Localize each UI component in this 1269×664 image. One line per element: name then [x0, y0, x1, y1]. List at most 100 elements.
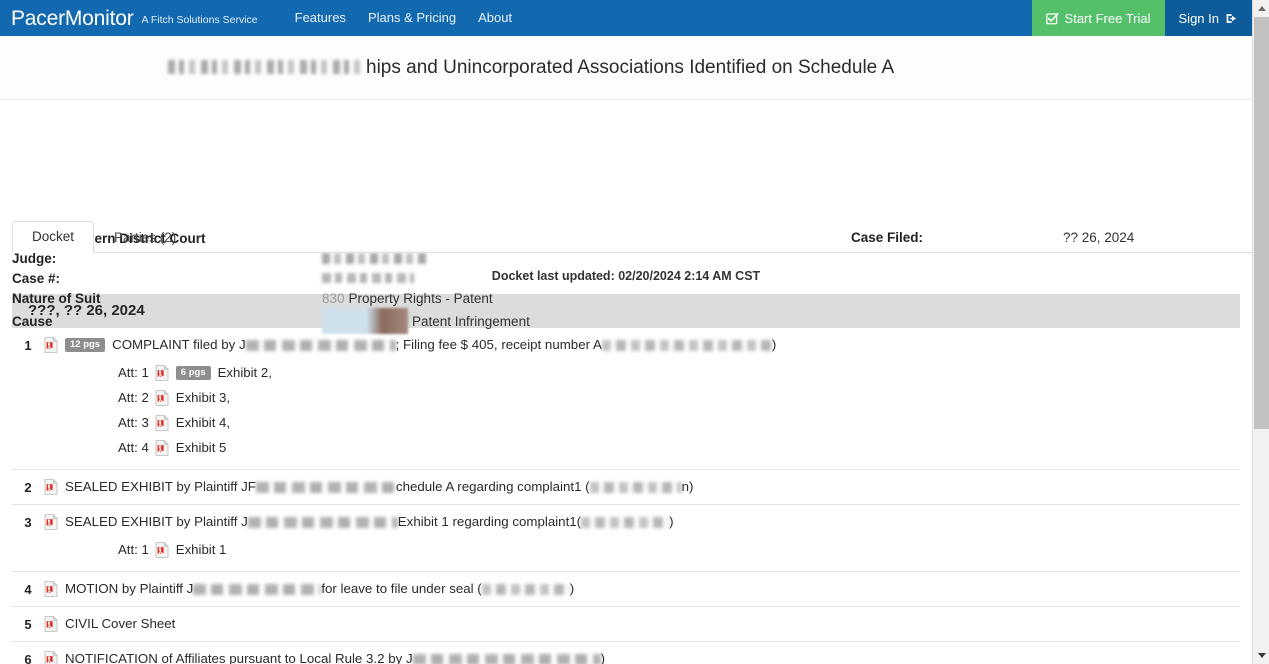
pdf-icon[interactable] — [44, 650, 58, 664]
scroll-viewport: PacerMonitor A Fitch Solutions Service F… — [0, 0, 1252, 664]
pdf-icon[interactable] — [155, 439, 169, 456]
redacted-party — [412, 653, 601, 664]
cause-label: Cause — [12, 313, 53, 329]
table-row[interactable]: 3 SEALED EXHIBIT by Plaintiff J Exhibit … — [12, 505, 1240, 572]
brand-logo[interactable]: PacerMonitor — [11, 8, 134, 29]
pdf-icon[interactable] — [155, 414, 169, 431]
docket-entry-line: 12 pgs COMPLAINT filed by J ; Filing fee… — [44, 336, 1240, 354]
page-count-badge: 12 pgs — [65, 338, 106, 352]
docket-row-body: NOTIFICATION of Affiliates pursuant to L… — [44, 650, 1240, 664]
table-row[interactable]: 2 SEALED EXHIBIT by Plaintiff JF chedule… — [12, 470, 1240, 505]
nav-link-features[interactable]: Features — [284, 0, 357, 36]
judge-value — [322, 252, 430, 264]
pdf-icon[interactable] — [44, 513, 58, 530]
attachment-text: Exhibit 5 — [175, 440, 227, 455]
top-navbar: PacerMonitor A Fitch Solutions Service F… — [0, 0, 1252, 36]
scroll-down-button[interactable] — [1253, 647, 1269, 664]
page-root: PacerMonitor A Fitch Solutions Service F… — [0, 0, 1269, 664]
start-free-trial-label: Start Free Trial — [1064, 10, 1151, 26]
attachment-label: Att: 2 — [118, 390, 149, 405]
start-free-trial-button[interactable]: Start Free Trial — [1031, 0, 1165, 36]
nature-of-suit-value: 830 Property Rights - Patent — [322, 291, 493, 306]
docket-row-body: SEALED EXHIBIT by Plaintiff JF chedule A… — [44, 478, 1240, 496]
docket-entry-line: SEALED EXHIBIT by Plaintiff JF chedule A… — [44, 478, 1240, 496]
nav-links: Features Plans & Pricing About — [284, 0, 523, 36]
redacted-receipt — [601, 339, 772, 351]
list-item[interactable]: Att: 3 Exhibit 4, — [118, 411, 1240, 436]
pdf-icon[interactable] — [155, 541, 169, 558]
attachment-list: Att: 1 Exhibit 1 — [44, 531, 1240, 563]
docket-row-number: 6 — [24, 652, 32, 664]
docket-row-body: MOTION by Plaintiff J for leave to file … — [44, 580, 1240, 598]
docket-entry-text-before: SEALED EXHIBIT by Plaintiff J — [65, 514, 248, 529]
redacted-party — [255, 481, 396, 493]
scroll-up-arrow-icon — [1257, 6, 1266, 11]
list-item[interactable]: Att: 1 6 pgs Exhibit 2, — [118, 361, 1240, 386]
redacted-judge-name — [322, 252, 430, 264]
attachment-text: Exhibit 4, — [175, 415, 231, 430]
pdf-icon[interactable] — [44, 478, 58, 495]
cause-value: Patent Infringement — [322, 308, 530, 334]
redacted-attorney — [481, 583, 570, 595]
docket-entry-text-mid: for leave to file under seal ( — [321, 581, 482, 596]
scrollbar-thumb[interactable] — [1254, 17, 1269, 429]
redacted-cause-prefix — [322, 308, 408, 334]
pdf-icon[interactable] — [155, 389, 169, 406]
redacted-party-name — [168, 59, 364, 74]
checked-box-icon — [1045, 12, 1059, 25]
docket-row-number: 4 — [24, 582, 32, 597]
redacted-case-number — [322, 273, 414, 283]
list-item[interactable]: Att: 4 Exhibit 5 — [118, 436, 1240, 461]
table-row[interactable]: 4 MOTION by Plaintiff J for leave to fil… — [12, 572, 1240, 607]
docket-entry-line: NOTIFICATION of Affiliates pursuant to L… — [44, 650, 1240, 664]
scrollbar-track[interactable] — [1253, 17, 1269, 647]
docket-entry-text-before: SEALED EXHIBIT by Plaintiff JF — [65, 479, 256, 494]
docket-row-body: CIVIL Cover Sheet — [44, 615, 1240, 633]
sign-in-button[interactable]: Sign In — [1164, 0, 1252, 36]
docket-entries-list: 1 12 pgs COMPLAINT filed by J ; Filing f… — [12, 328, 1240, 664]
nature-of-suit-text: Property Rights - Patent — [348, 290, 493, 306]
scroll-up-button[interactable] — [1253, 0, 1269, 17]
pdf-icon[interactable] — [44, 580, 58, 597]
docket-entry-line: CIVIL Cover Sheet — [44, 615, 1240, 633]
nature-of-suit-label: Nature of Suit — [12, 290, 101, 306]
tab-docket[interactable]: Docket — [12, 221, 95, 253]
nav-link-plans-pricing[interactable]: Plans & Pricing — [357, 0, 467, 36]
vertical-scrollbar[interactable] — [1252, 0, 1269, 664]
pdf-icon[interactable] — [44, 336, 58, 353]
docket-entry-line: MOTION by Plaintiff J for leave to file … — [44, 580, 1240, 598]
table-row[interactable]: 1 12 pgs COMPLAINT filed by J ; Filing f… — [12, 328, 1240, 470]
redacted-party — [247, 516, 398, 528]
sign-in-label: Sign In — [1178, 10, 1219, 26]
docket-entry-text-before: COMPLAINT filed by J — [112, 337, 246, 352]
nature-of-suit-row: Nature of Suit 830 Property Rights - Pat… — [12, 288, 530, 308]
docket-entry-text-after: ) — [569, 581, 575, 596]
cause-text: Patent Infringement — [412, 313, 530, 329]
brand-area[interactable]: PacerMonitor A Fitch Solutions Service — [0, 0, 258, 36]
docket-row-number: 5 — [24, 617, 32, 632]
redacted-attorney — [589, 481, 682, 493]
attachment-label: Att: 4 — [118, 440, 149, 455]
attachment-label: Att: 1 — [118, 542, 149, 557]
list-item[interactable]: Att: 1 Exhibit 1 — [118, 538, 1240, 563]
scroll-down-arrow-icon — [1257, 653, 1266, 658]
cause-row: Cause Patent Infringement — [12, 308, 530, 334]
docket-entry-text-mid: ; Filing fee $ 405, receipt number A — [395, 337, 602, 352]
case-tabs: Docket Parties (2) — [12, 221, 1252, 253]
docket-entry-text-before: CIVIL Cover Sheet — [65, 616, 176, 631]
attachment-list: Att: 1 6 pgs Exhibit 2, Att: 2 Exhibit 3… — [44, 354, 1240, 461]
tab-parties[interactable]: Parties (2) — [94, 222, 196, 253]
pdf-icon[interactable] — [155, 364, 169, 381]
docket-entry-text-after: ) — [600, 651, 606, 664]
pdf-icon[interactable] — [44, 615, 58, 632]
page-title: hips and Unincorporated Associations Ide… — [168, 57, 894, 79]
attachment-label: Att: 1 — [118, 365, 149, 380]
table-row[interactable]: 6 NOTIFICATION of Affiliates pursuant to… — [12, 642, 1240, 664]
list-item[interactable]: Att: 2 Exhibit 3, — [118, 386, 1240, 411]
table-row[interactable]: 5 CIVIL Cover Sheet — [12, 607, 1240, 642]
docket-entry-text-after: ) — [771, 337, 777, 352]
docket-row-body: SEALED EXHIBIT by Plaintiff J Exhibit 1 … — [44, 513, 1240, 563]
docket-entry-text-mid: Exhibit 1 regarding complaint1( — [397, 514, 582, 529]
case-number-label: Case #: — [12, 270, 61, 286]
nav-link-about[interactable]: About — [467, 0, 523, 36]
